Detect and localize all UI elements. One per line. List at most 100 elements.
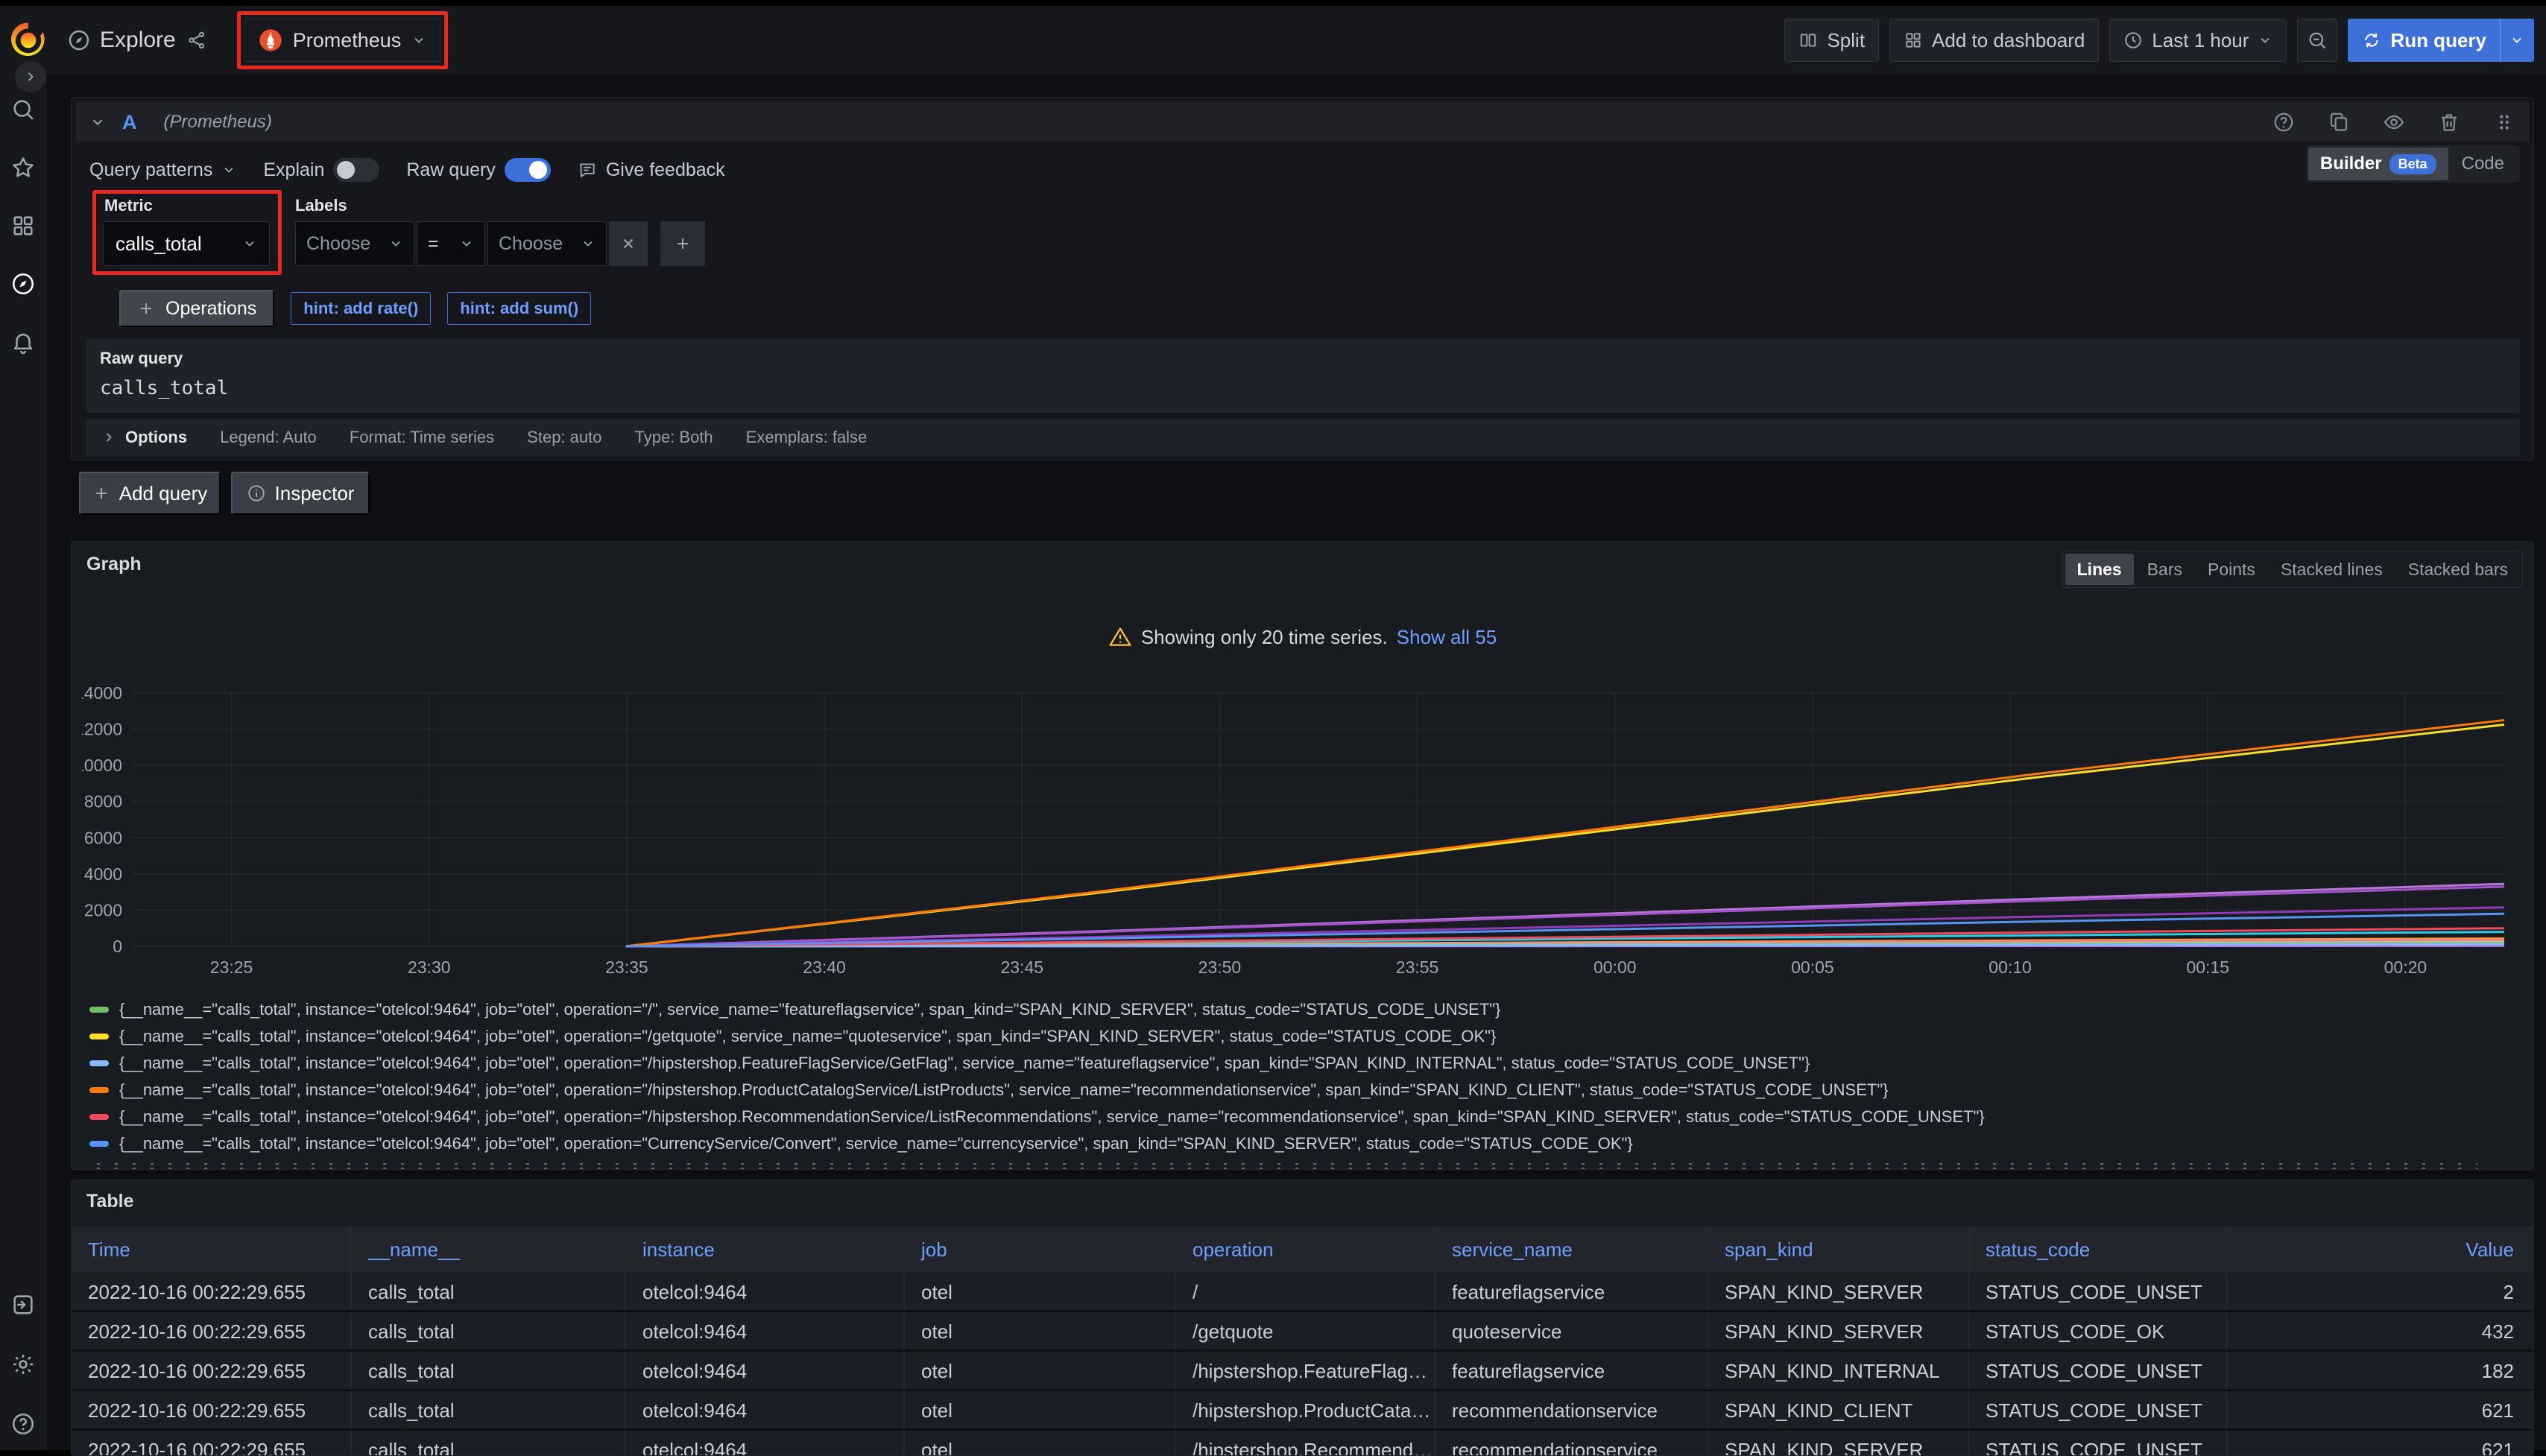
legend-row[interactable]: {__name__="calls_total", instance="otelc… bbox=[89, 1050, 2526, 1077]
chevron-down-icon[interactable] bbox=[89, 114, 106, 130]
add-label-button[interactable] bbox=[660, 221, 705, 266]
add-to-dashboard-button[interactable]: Add to dashboard bbox=[1889, 19, 2099, 62]
plus-icon bbox=[92, 484, 110, 502]
svg-text:23:55: 23:55 bbox=[1396, 958, 1439, 977]
graph-mode-stacked-bars[interactable]: Stacked bars bbox=[2396, 554, 2520, 585]
give-feedback-link[interactable]: Give feedback bbox=[578, 159, 725, 181]
label-operator-select[interactable]: = bbox=[417, 221, 485, 266]
remove-label-button[interactable] bbox=[609, 221, 648, 266]
star-icon[interactable] bbox=[10, 155, 36, 180]
query-row-header[interactable]: A (Prometheus) bbox=[76, 102, 2529, 142]
code-tab[interactable]: Code bbox=[2448, 153, 2518, 174]
split-label: Split bbox=[1827, 29, 1865, 52]
query-hint-button[interactable]: hint: add rate() bbox=[291, 292, 431, 325]
time-range-picker[interactable]: Last 1 hour bbox=[2109, 19, 2287, 62]
share-icon[interactable] bbox=[186, 30, 207, 51]
search-minus-icon bbox=[2307, 30, 2328, 51]
graph-mode-stacked-lines[interactable]: Stacked lines bbox=[2269, 554, 2395, 585]
datasource-picker[interactable]: Prometheus bbox=[244, 19, 441, 62]
builder-tab[interactable]: Builder Beta bbox=[2308, 148, 2448, 180]
apps-icon[interactable] bbox=[10, 213, 36, 238]
help-icon[interactable] bbox=[10, 1411, 36, 1437]
legend-series-label: {__name__="calls_total", instance="otelc… bbox=[119, 1000, 1500, 1019]
search-icon[interactable] bbox=[10, 97, 36, 122]
query-ref-id[interactable]: A bbox=[122, 111, 137, 134]
help-circle-icon[interactable] bbox=[2272, 111, 2295, 133]
legend-row[interactable]: {__name__="calls_total", instance="otelc… bbox=[89, 1130, 2526, 1157]
table-header-operation[interactable]: operation bbox=[1176, 1226, 1435, 1273]
metric-select[interactable]: calls_total bbox=[103, 221, 270, 266]
query-patterns-dropdown[interactable]: Query patterns bbox=[89, 159, 236, 181]
query-hint-button[interactable]: hint: add sum() bbox=[447, 292, 591, 325]
table-cell: 2022-10-16 00:22:29.655 bbox=[72, 1312, 352, 1349]
drag-handle-icon[interactable] bbox=[2493, 111, 2515, 133]
run-query-dropdown[interactable] bbox=[2500, 19, 2533, 62]
top-nav: Explore Prometheus Split Add to dashboar… bbox=[0, 6, 2546, 75]
graph-mode-lines[interactable]: Lines bbox=[2065, 554, 2134, 585]
chevron-down-icon bbox=[388, 236, 403, 251]
svg-text:23:45: 23:45 bbox=[1000, 958, 1043, 977]
table-cell: 182 bbox=[2227, 1352, 2533, 1389]
raw-query-toggle[interactable] bbox=[505, 158, 551, 182]
options-title[interactable]: Options bbox=[125, 428, 187, 447]
options-row[interactable]: Options Legend: AutoFormat: Time seriesS… bbox=[86, 419, 2520, 456]
options-summary-item: Legend: Auto bbox=[220, 428, 317, 447]
bell-icon[interactable] bbox=[10, 329, 36, 355]
explain-toggle[interactable] bbox=[333, 158, 379, 182]
grafana-logo-icon[interactable] bbox=[10, 22, 46, 58]
time-series-chart[interactable]: 0200040006000800010000120001400023:2523:… bbox=[82, 680, 2524, 978]
table-cell: calls_total bbox=[352, 1273, 626, 1310]
table-cell: otel bbox=[905, 1273, 1176, 1310]
table-cell: 2022-10-16 00:22:29.655 bbox=[72, 1431, 352, 1456]
table-header-job[interactable]: job bbox=[905, 1226, 1176, 1273]
raw-query-expression[interactable]: calls_total bbox=[100, 377, 2506, 399]
gear-icon[interactable] bbox=[10, 1352, 36, 1377]
legend-row[interactable]: {__name__="calls_total", instance="otelc… bbox=[89, 1023, 2526, 1050]
show-all-series-link[interactable]: Show all 55 bbox=[1397, 626, 1497, 649]
table-header-time[interactable]: Time bbox=[72, 1226, 352, 1273]
table-cell: STATUS_CODE_UNSET bbox=[1969, 1273, 2227, 1310]
table-cell: / bbox=[1176, 1273, 1435, 1310]
query-datasource-hint: (Prometheus) bbox=[164, 112, 272, 133]
graph-mode-bars[interactable]: Bars bbox=[2135, 554, 2194, 585]
table-header-name[interactable]: __name__ bbox=[352, 1226, 626, 1273]
sidebar bbox=[0, 75, 46, 1450]
labels-label: Labels bbox=[295, 196, 347, 215]
svg-text:00:20: 00:20 bbox=[2384, 958, 2427, 977]
toggle-visibility-icon[interactable] bbox=[2383, 111, 2405, 133]
duplicate-query-icon[interactable] bbox=[2328, 111, 2350, 133]
signin-icon[interactable] bbox=[10, 1292, 36, 1317]
sidebar-expand-button[interactable] bbox=[15, 61, 46, 92]
zoom-out-button[interactable] bbox=[2297, 19, 2337, 62]
prometheus-logo-icon bbox=[259, 28, 282, 52]
table-header-spankind[interactable]: span_kind bbox=[1708, 1226, 1969, 1273]
add-operations-button[interactable]: Operations bbox=[119, 290, 274, 327]
legend-row[interactable]: {__name__="calls_total", instance="otelc… bbox=[89, 1077, 2526, 1104]
legend-row[interactable]: {__name__="calls_total", instance="otelc… bbox=[89, 1104, 2526, 1130]
label-key-select[interactable]: Choose bbox=[295, 221, 414, 266]
compass-icon bbox=[67, 28, 91, 52]
svg-text:00:15: 00:15 bbox=[2186, 958, 2229, 977]
svg-text:14000: 14000 bbox=[82, 683, 122, 703]
table-cell: /hipstershop.FeatureFlagServi... bbox=[1176, 1352, 1435, 1389]
svg-text:12000: 12000 bbox=[82, 720, 122, 739]
run-query-button[interactable]: Run query bbox=[2348, 19, 2534, 62]
table-header-instance[interactable]: instance bbox=[626, 1226, 905, 1273]
annotation-box-datasource: Prometheus bbox=[237, 11, 449, 69]
add-query-button[interactable]: Add query bbox=[79, 472, 221, 515]
split-button[interactable]: Split bbox=[1784, 19, 1879, 62]
time-range-label: Last 1 hour bbox=[2152, 29, 2249, 52]
table-header-value[interactable]: Value bbox=[2227, 1226, 2533, 1273]
table-header-servicename[interactable]: service_name bbox=[1435, 1226, 1708, 1273]
table-cell: otelcol:9464 bbox=[626, 1352, 905, 1389]
graph-mode-points[interactable]: Points bbox=[2196, 554, 2267, 585]
raw-query-toggle-group: Raw query bbox=[406, 158, 551, 182]
table-header-statuscode[interactable]: status_code bbox=[1969, 1226, 2227, 1273]
legend-row[interactable]: {__name__="calls_total", instance="otelc… bbox=[89, 996, 2526, 1023]
svg-text:2000: 2000 bbox=[84, 900, 122, 920]
delete-query-icon[interactable] bbox=[2438, 111, 2460, 133]
compass-icon[interactable] bbox=[10, 271, 36, 297]
table-cell: quoteservice bbox=[1435, 1312, 1708, 1349]
inspector-button[interactable]: Inspector bbox=[231, 472, 370, 515]
label-value-select[interactable]: Choose bbox=[487, 221, 607, 266]
